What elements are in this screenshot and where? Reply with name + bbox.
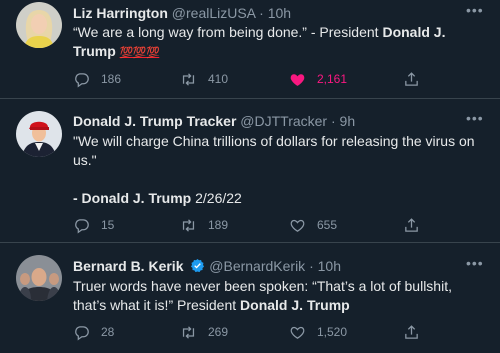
share-button[interactable] <box>403 70 420 88</box>
like-count: 2,161 <box>317 72 348 86</box>
separator-dot: · <box>309 258 314 274</box>
timestamp[interactable]: 9h <box>340 113 356 129</box>
display-name[interactable]: Liz Harrington <box>73 5 168 21</box>
retweet-button[interactable]: 189 <box>180 216 228 234</box>
tweet-text-mention: Donald J. Trump <box>240 297 350 313</box>
more-options-icon[interactable]: ••• <box>466 3 483 20</box>
tweet-actions: 186 410 2,161 <box>73 70 484 88</box>
like-button[interactable]: 655 <box>289 216 337 234</box>
retweet-icon <box>182 72 195 86</box>
more-options-icon[interactable]: ••• <box>466 111 483 128</box>
reply-button[interactable]: 15 <box>73 216 114 234</box>
reply-count: 186 <box>101 72 122 86</box>
tweet-text: Truer words have never been spoken: “Tha… <box>73 277 484 315</box>
retweet-button[interactable]: 269 <box>180 323 228 341</box>
heart-icon <box>290 219 305 232</box>
tweet-header: Bernard B. Kerik @BernardKerik · 10h <box>73 257 452 275</box>
separator-dot: · <box>330 113 336 129</box>
tweet-actions: 15 189 655 <box>73 216 484 234</box>
tweet[interactable]: Donald J. Trump Tracker @DJTTracker · 9h… <box>0 99 500 243</box>
attribution-date: 2/26/22 <box>195 190 242 206</box>
retweet-count: 410 <box>208 72 229 86</box>
retweet-count: 269 <box>208 325 229 339</box>
display-name[interactable]: Donald J. Trump Tracker <box>73 113 236 129</box>
share-button[interactable] <box>403 323 420 341</box>
user-handle[interactable]: @realLizUSA <box>172 5 255 21</box>
tweet-quote: "We will charge China trillions of dolla… <box>73 133 475 168</box>
reply-icon <box>75 218 89 233</box>
retweet-icon <box>182 325 195 339</box>
like-button[interactable]: 2,161 <box>289 70 347 88</box>
timestamp[interactable]: 10h <box>268 5 291 21</box>
retweet-icon <box>182 218 195 232</box>
retweet-count: 189 <box>208 218 229 232</box>
heart-filled-icon <box>290 73 305 86</box>
heart-icon <box>290 326 305 339</box>
reply-button[interactable]: 186 <box>73 70 121 88</box>
user-handle[interactable]: @DJTTracker <box>240 113 327 129</box>
retweet-button[interactable]: 410 <box>180 70 228 88</box>
more-options-icon[interactable]: ••• <box>466 256 483 273</box>
avatar[interactable] <box>16 111 62 157</box>
display-name[interactable]: Bernard B. Kerik <box>73 258 183 274</box>
user-handle[interactable]: @BernardKerik <box>209 258 305 274</box>
reply-icon <box>75 72 89 87</box>
tweet-actions: 28 269 1,520 <box>73 323 484 341</box>
attribution-name: - Donald J. Trump <box>73 190 192 206</box>
avatar[interactable] <box>16 255 62 301</box>
like-button[interactable]: 1,520 <box>289 323 347 341</box>
share-button[interactable] <box>403 216 420 234</box>
verified-badge-icon <box>191 258 205 273</box>
tweet-text-content: “We are a long way from being done.” - P… <box>73 24 383 40</box>
share-icon <box>405 71 418 86</box>
tweet[interactable]: Liz Harrington @realLizUSA · 10h ••• “We… <box>0 0 500 99</box>
tweet[interactable]: Bernard B. Kerik @BernardKerik · 10h •••… <box>0 243 500 353</box>
tweet-text: “We are a long way from being done.” - P… <box>73 23 484 63</box>
tweet-text: "We will charge China trillions of dolla… <box>73 132 484 208</box>
timestamp[interactable]: 10h <box>318 258 341 274</box>
avatar[interactable] <box>16 2 62 48</box>
reply-icon <box>75 325 89 340</box>
tweet-header: Donald J. Trump Tracker @DJTTracker · 9h <box>73 112 452 130</box>
separator-dot: · <box>259 5 264 21</box>
hundred-points-emoji: 💯💯💯 <box>119 47 160 59</box>
reply-button[interactable]: 28 <box>73 323 114 341</box>
like-count: 655 <box>317 218 338 232</box>
share-icon <box>405 217 418 232</box>
reply-count: 15 <box>101 218 115 232</box>
reply-count: 28 <box>101 325 115 339</box>
share-icon <box>405 324 418 339</box>
like-count: 1,520 <box>317 325 348 339</box>
tweet-header: Liz Harrington @realLizUSA · 10h <box>73 4 452 22</box>
tweet-attribution: - Donald J. Trump 2/26/22 <box>73 189 484 208</box>
